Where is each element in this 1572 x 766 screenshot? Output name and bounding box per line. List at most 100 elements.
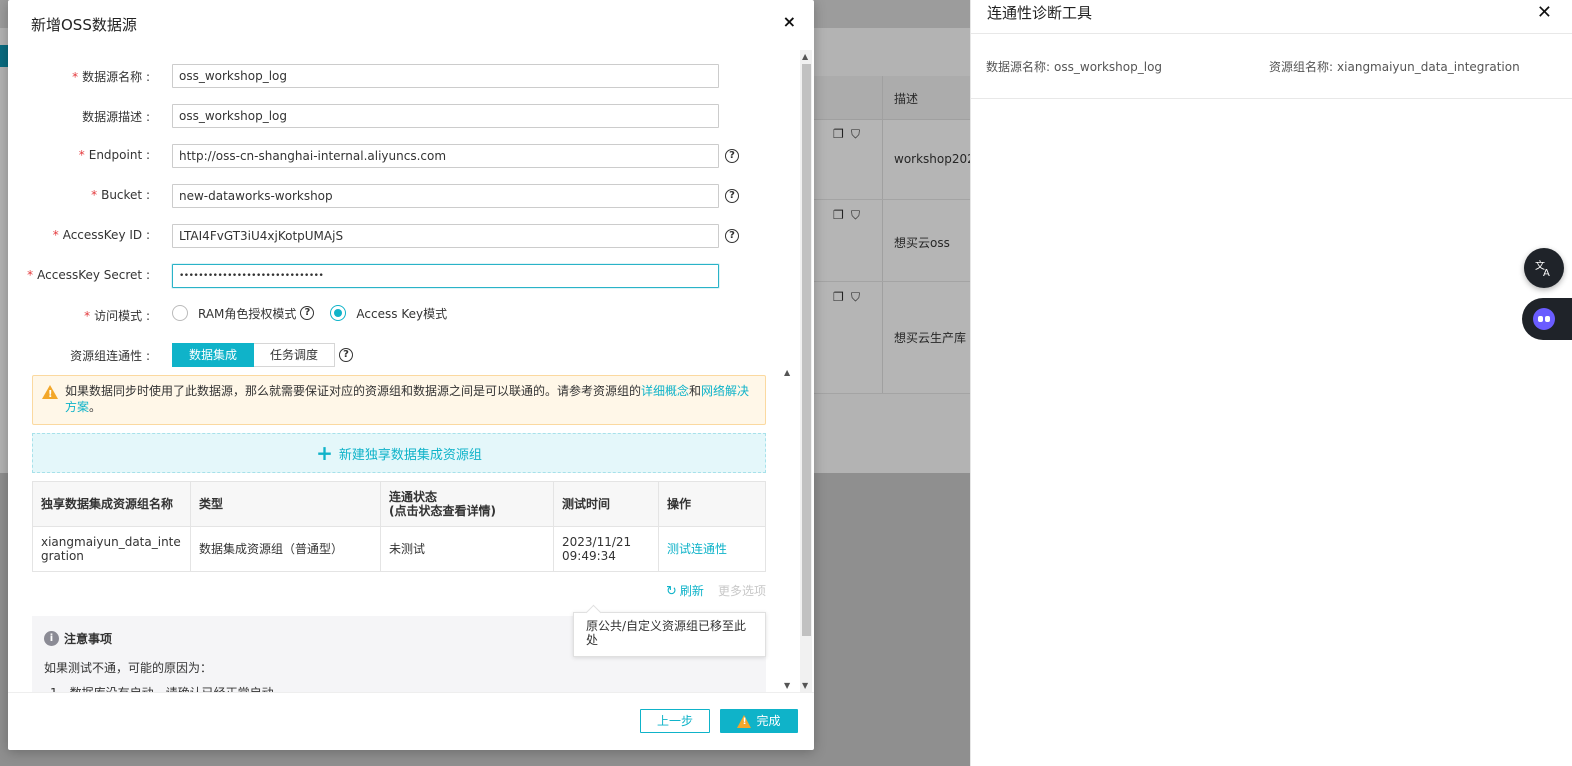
column-header-test-time: 测试时间 [553,481,659,527]
column-header-action: 操作 [658,481,766,527]
help-icon[interactable]: ? [725,229,739,243]
background-row-desc: 想买云oss [894,236,950,250]
column-header-type: 类型 [190,481,381,527]
plus-icon: + [316,441,333,465]
new-resource-group-button[interactable]: + 新建独享数据集成资源组 [32,433,766,473]
datasource-info: 数据源名称: oss_workshop_log [986,58,1162,75]
shield-icon[interactable]: ⛉ [851,127,860,142]
refresh-button[interactable]: ↻ 刷新 [666,582,704,599]
label-text: AccessKey Secret : [37,268,150,282]
warning-text: 如果数据同步时使用了此数据源，那么就需要保证对应的资源组和数据源之间是可以联通的… [65,384,642,398]
field-label: * Bucket : [91,188,150,202]
detail-concept-link[interactable]: 详细概念 [641,384,689,398]
resource-group-info: 资源组名称: xiangmaiyun_data_integration [1269,58,1520,75]
required-mark: * [27,268,34,282]
endpoint-input[interactable]: http://oss-cn-shanghai-internal.aliyuncs… [172,144,719,168]
previous-step-button[interactable]: 上一步 [640,709,710,733]
radio-label-ram-role[interactable]: RAM角色授权模式 [198,305,296,322]
cell-group-name: xiangmaiyun_data_integration [32,526,191,572]
resource-group-moved-tooltip: 原公共/自定义资源组已移至此处 [573,612,766,657]
resource-group-value: xiangmaiyun_data_integration [1337,60,1520,74]
field-label: * Endpoint : [79,148,150,162]
bucket-input[interactable]: new-dataworks-workshop [172,184,719,208]
tab-data-integration[interactable]: 数据集成 [172,343,255,367]
access-mode-radio-group: RAM角色授权模式 ? Access Key模式 [172,302,447,324]
cell-status[interactable]: 未测试 [380,526,554,572]
notes-item: 1、数据库没有启动，请确认已经正常启动。 [44,684,754,692]
help-icon[interactable]: ? [725,149,739,163]
divider [971,98,1572,99]
datasource-value: oss_workshop_log [1054,60,1163,74]
shield-icon[interactable]: ⛉ [851,290,860,305]
table-row: xiangmaiyun_data_integration 数据集成资源组（普通型… [32,526,766,572]
scrollbar-thumb[interactable] [802,64,811,636]
datasource-label: 数据源名称: [986,60,1051,74]
background-row-desc: 想买云生产库 [894,331,967,345]
new-oss-datasource-dialog: 新增OSS数据源 × ▲ ▼ * 数据源名称 : oss_workshop_log… [8,0,814,750]
finish-label: 完成 [756,714,781,728]
datasource-desc-input[interactable]: oss_workshop_log [172,104,719,128]
scroll-up-icon[interactable]: ▲ [802,52,808,61]
assistant-bot-icon[interactable] [1522,298,1572,340]
resource-group-label: 资源组名称: [1269,60,1334,74]
accesskey-id-input[interactable]: LTAI4FvGT3iU4xjKotpUMAjS [172,224,719,248]
resource-group-table: 独享数据集成资源组名称 类型 连通状态 (点击状态查看详情) 测试时间 操作 x… [32,481,766,572]
shield-icon[interactable]: ⛉ [851,208,860,223]
required-mark: * [78,148,85,162]
notes-text: 如果测试不通，可能的原因为： [44,661,213,675]
field-row-connectivity: 资源组连通性 : [8,343,798,367]
column-header-name: 独享数据集成资源组名称 [32,481,191,527]
copy-icon[interactable]: ❐ [833,127,844,141]
notes-title-text: 注意事项 [64,632,113,646]
dialog-scrollbar[interactable]: ▲ ▼ [800,50,812,692]
background-row-desc: workshop202 [894,152,975,166]
radio-ram-role[interactable] [172,305,188,321]
divider [971,33,1572,34]
label-text: 访问模式 : [94,309,150,323]
label-text: 资源组连通性 : [70,349,150,363]
table-header-row: 独享数据集成资源组名称 类型 连通状态 (点击状态查看详情) 测试时间 操作 [32,481,766,527]
dialog-title: 新增OSS数据源 [31,16,137,34]
drawer-close-icon[interactable]: ✕ [1537,2,1552,23]
field-label: * 访问模式 : [84,307,150,324]
more-options-button[interactable]: 更多选项 [718,582,766,599]
required-mark: * [91,188,98,202]
label-text: Endpoint : [88,148,150,162]
label-text: 数据源名称 : [82,70,150,84]
radio-access-key[interactable] [330,305,347,321]
warning-icon [42,385,58,403]
field-row-bucket: * Bucket : new-dataworks-workshop ? [8,184,798,208]
test-connectivity-link[interactable]: 测试连通性 [658,526,766,572]
required-mark: * [52,228,59,242]
copy-icon[interactable]: ❐ [833,208,844,222]
accesskey-secret-input[interactable]: •••••••••••••••••••••••••••••• [172,264,719,288]
field-row-accesskey-secret: * AccessKey Secret : ••••••••••••••••••••… [8,264,798,288]
field-label: 数据源描述 : [82,108,150,125]
help-icon[interactable]: ? [339,348,353,362]
finish-button[interactable]: 完成 [720,709,798,733]
close-icon[interactable]: × [783,12,796,31]
scroll-down-icon[interactable]: ▼ [784,681,790,690]
radio-label-access-key[interactable]: Access Key模式 [356,305,447,322]
cell-test-time: 2023/11/21 09:49:34 [553,526,659,572]
field-label: * 数据源名称 : [72,68,150,85]
connectivity-warning: 如果数据同步时使用了此数据源，那么就需要保证对应的资源组和数据源之间是可以联通的… [32,375,766,425]
svg-text:A: A [1543,268,1550,278]
help-icon[interactable]: ? [725,189,739,203]
scroll-down-icon[interactable]: ▼ [802,681,808,690]
background-header-desc: 描述 [894,92,919,106]
tab-task-scheduling[interactable]: 任务调度 [254,343,336,367]
translate-icon[interactable]: 文 A [1524,248,1564,288]
datasource-name-input[interactable]: oss_workshop_log [172,64,719,88]
cell-type: 数据集成资源组（普通型） [190,526,381,572]
inner-scrollbar[interactable]: ▲ ▼ [784,368,794,692]
refresh-label: 刷新 [679,584,704,598]
scroll-up-icon[interactable]: ▲ [784,368,790,377]
field-row-desc: 数据源描述 : oss_workshop_log [8,104,798,128]
required-mark: * [72,70,79,84]
required-mark: * [84,309,91,323]
copy-icon[interactable]: ❐ [833,290,844,304]
help-icon[interactable]: ? [300,306,315,320]
label-text: Bucket : [101,188,150,202]
field-row-accesskey-id: * AccessKey ID : LTAI4FvGT3iU4xjKotpUMAjS… [8,224,798,248]
